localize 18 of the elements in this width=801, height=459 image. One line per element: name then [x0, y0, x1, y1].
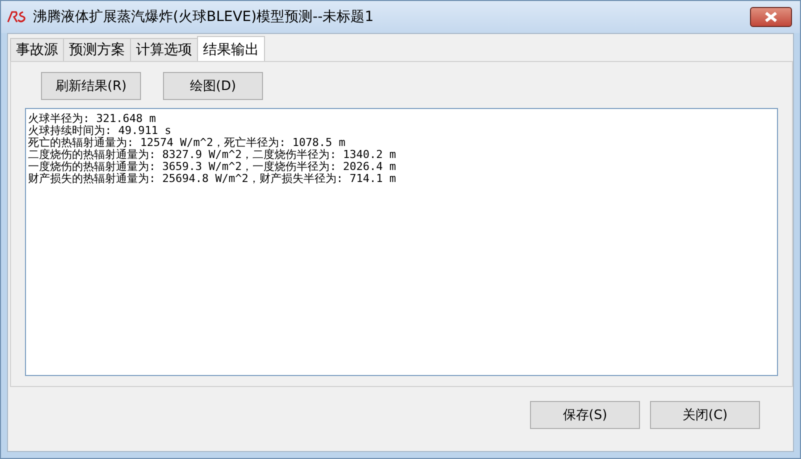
close-icon — [763, 11, 779, 23]
result-line: 财产损失的热辐射通量为: 25694.8 W/m^2，财产损失半径为: 714.1 m — [28, 173, 397, 185]
close-button[interactable] — [750, 7, 792, 27]
footer-button[interactable]: 保存(S) — [530, 401, 640, 429]
footer-button[interactable]: 关闭(C) — [650, 401, 760, 429]
toolbar-button[interactable]: 绘图(D) — [163, 72, 263, 100]
result-line: 二度烧伤的热辐射通量为: 8327.9 W/m^2，二度烧伤半径为: 1340.2 m — [28, 149, 397, 161]
tab[interactable]: 计算选项 — [130, 38, 198, 61]
tab[interactable]: 事故源 — [10, 38, 64, 61]
toolbar-button[interactable]: 刷新结果(R) — [41, 72, 141, 100]
logo-icon — [7, 11, 27, 23]
result-line: 一度烧伤的热辐射通量为: 3659.3 W/m^2，一度烧伤半径为: 2026.4 m — [28, 161, 397, 173]
result-line: 火球半径为: 321.648 m — [28, 113, 157, 125]
window-title: 沸腾液体扩展蒸汽爆炸(火球BLEVE)模型预测--未标题1 — [33, 8, 375, 26]
tab[interactable]: 结果输出 — [197, 36, 265, 61]
tab[interactable]: 预测方案 — [63, 38, 131, 61]
result-line: 火球持续时间为: 49.911 s — [28, 125, 172, 137]
result-line: 死亡的热辐射通量为: 12574 W/m^2，死亡半径为: 1078.5 m — [28, 137, 346, 149]
